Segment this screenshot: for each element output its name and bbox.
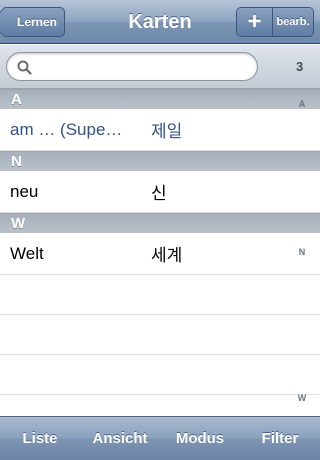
translation-text: 제일 [151,122,183,141]
list-item[interactable]: neu 신 [0,171,320,213]
translation-text: 신 [151,184,167,203]
nav-actions: + bearb. [236,7,314,37]
card-list: A am … (Supe… 제일 N neu 신 W Welt 세계 [0,89,320,435]
search-input[interactable] [37,56,247,77]
translation-text: 세계 [151,246,183,265]
empty-row [0,315,320,355]
search-icon [17,60,32,75]
navigation-bar: Lernen Karten + bearb. [0,0,320,44]
search-bar: 3 [0,45,320,89]
index-letter-a[interactable]: A [294,99,310,109]
empty-row [0,355,320,395]
term-text: Welt [10,243,44,263]
list-item[interactable]: Welt 세계 [0,233,320,275]
tab-bar: Liste Ansicht Modus Filter [0,416,320,460]
section-header: A [0,89,320,109]
tab-filter[interactable]: Filter [240,417,320,460]
term-text: am … (Supe… [10,119,123,139]
search-field[interactable] [6,52,258,81]
term-text: neu [10,181,39,201]
list-item[interactable]: am … (Supe… 제일 [0,109,320,151]
add-button[interactable]: + [237,8,273,36]
section-header: W [0,213,320,233]
empty-row [0,275,320,315]
index-letter-w[interactable]: W [294,393,310,403]
tab-list[interactable]: Liste [0,417,80,460]
tab-mode[interactable]: Modus [160,417,240,460]
section-header: N [0,151,320,171]
edit-button[interactable]: bearb. [273,8,313,36]
result-count: 3 [296,59,304,74]
index-letter-n[interactable]: N [294,247,310,257]
tab-view[interactable]: Ansicht [80,417,160,460]
